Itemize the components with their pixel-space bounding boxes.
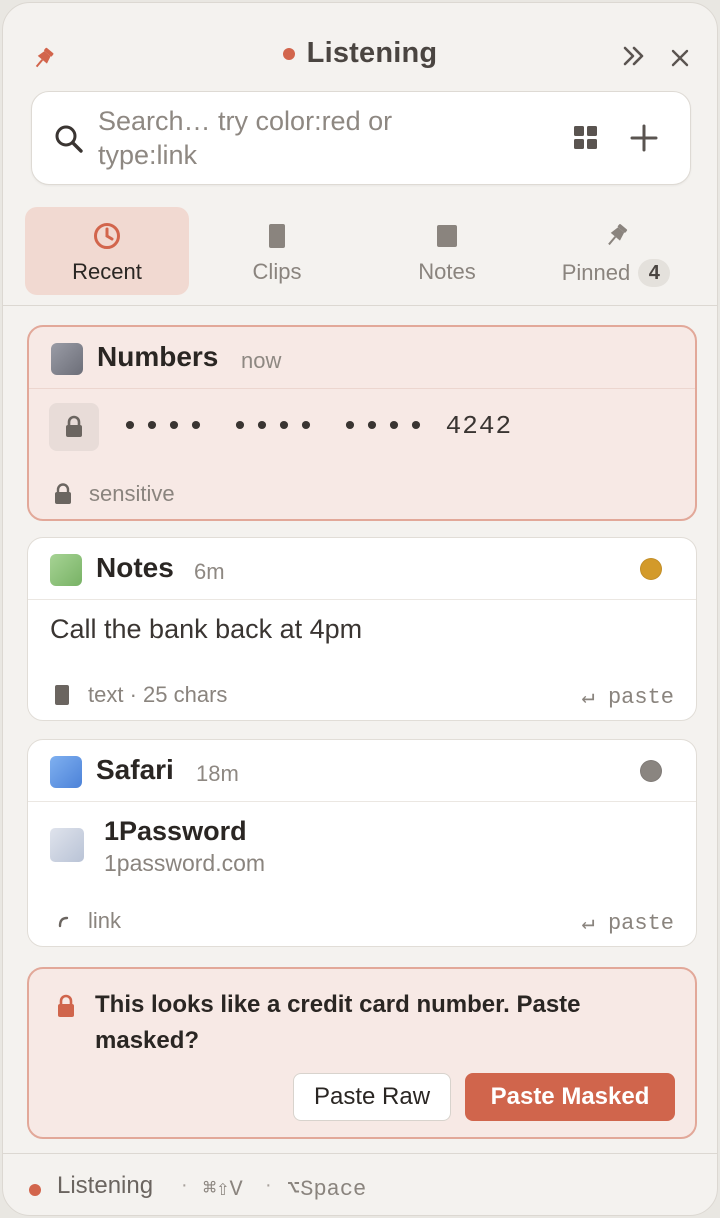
clip-meta: sensitive [89,481,175,506]
shortcut-open: ⌘⇧V [203,1177,243,1202]
link-url: 1password.com [104,850,266,876]
warning-message: This looks like a credit card number. Pa… [95,991,581,1054]
panel-title: Listening [3,37,717,73]
close-button[interactable] [667,45,693,71]
tab-clips-label: Clips [252,259,302,284]
clip-card-header: Notes 6m [28,538,696,600]
link-icon [58,916,69,928]
tab-recent[interactable]: Recent [25,207,189,295]
link-title: 1Password [104,816,247,846]
clock-icon [94,223,120,249]
clip-card-safari[interactable]: Safari 18m 1Password 1password.com link … [27,739,697,947]
lock-icon [66,415,82,437]
paste-action[interactable]: ↵ paste [582,684,674,710]
masked-digits: •••• •••• •••• [121,411,430,445]
separator: · [265,1174,272,1196]
clip-content-text: Call the bank back at 4pm [50,614,363,644]
text-doc-icon [55,685,69,705]
clip-meta: text · 25 chars [88,682,228,707]
separator: · [181,1174,188,1196]
clip-icon [269,224,285,248]
paste-action[interactable]: ↵ paste [582,910,674,936]
notes-app-icon [50,554,82,586]
card-last4: 4242 [445,411,513,441]
plus-icon [630,124,658,152]
tab-recent-label: Recent [72,259,142,284]
panel-header: Listening [3,3,717,93]
filter-tabs: Recent Clips Notes Pinned 4 [25,207,701,297]
tab-pinned-label-row: Pinned 4 [531,259,701,287]
search-input[interactable] [98,104,498,176]
lock-badge [49,403,99,451]
clipboard-panel: Listening Search… try color:red or type:… [2,2,718,1216]
search-box [31,91,691,185]
search-icon [55,125,83,153]
clip-meta: link [88,908,122,933]
clip-card-header: Safari 18m [28,740,696,802]
sensitive-paste-warning: This looks like a credit card number. Pa… [27,967,697,1139]
clip-time: now [241,348,282,373]
grid-view-button[interactable] [572,124,600,152]
note-icon [437,225,457,247]
listening-status-dot [282,47,295,60]
tab-pinned[interactable]: Pinned 4 [531,207,701,295]
lock-icon [55,483,71,504]
numbers-app-icon [51,343,83,375]
pinned-count-badge: 4 [638,259,671,287]
tab-pinned-label: Pinned [561,260,631,285]
tab-notes-label: Notes [418,259,476,284]
clip-app-name: Notes [96,552,174,583]
tabs-divider [3,305,717,306]
collapse-button[interactable] [619,41,649,71]
paste-raw-button[interactable]: Paste Raw [293,1073,451,1121]
tab-notes[interactable]: Notes [365,207,529,295]
masked-card-number: •••• •••• •••• 4242 [121,411,512,445]
status-label: Listening [57,1172,154,1199]
clip-app-name: Numbers [97,341,219,372]
shortcut-toggle: ⌥Space [287,1177,367,1202]
color-tag-dot[interactable] [640,760,662,782]
link-favicon [50,828,84,862]
tab-clips[interactable]: Clips [195,207,359,295]
double-chevron-right-icon [623,46,644,66]
paste-masked-button[interactable]: Paste Masked [465,1073,675,1121]
grid-icon [574,126,597,149]
clip-time: 6m [194,559,225,584]
pin-icon [608,224,628,246]
clip-time: 18m [196,761,239,786]
panel-title-text: Listening [306,37,438,69]
lock-icon [58,994,74,1017]
clip-card-sensitive[interactable]: Numbers now •••• •••• •••• 4242 sensitiv… [27,325,697,521]
clip-card-notes[interactable]: Notes 6m Call the bank back at 4pm text … [27,537,697,721]
color-tag-dot[interactable] [640,558,662,580]
status-bar: Listening · ⌘⇧V · ⌥Space [3,1153,717,1215]
safari-app-icon [50,756,82,788]
clip-app-name: Safari [96,754,174,785]
listening-status-dot [29,1184,41,1196]
clip-card-header: Numbers now [29,327,695,389]
add-clip-button[interactable] [628,122,660,154]
close-icon [671,49,689,67]
